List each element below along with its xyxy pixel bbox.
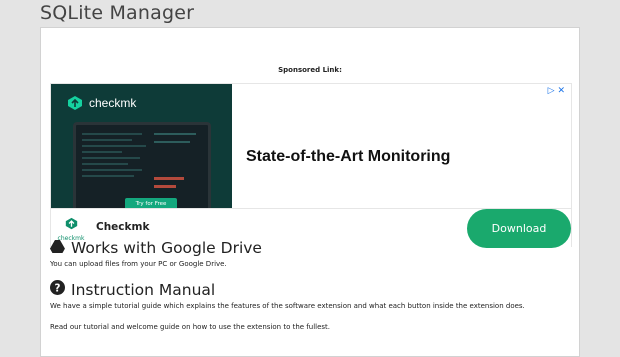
ad-banner[interactable]: checkmk Try for Free ▷ ✕ State-of-the-Ar… <box>50 83 572 249</box>
section-text: Read our tutorial and welcome guide on h… <box>50 323 331 331</box>
section-text: You can upload files from your PC or Goo… <box>50 260 227 268</box>
ad-headline[interactable]: State-of-the-Art Monitoring <box>246 148 450 166</box>
ad-try-button[interactable]: Try for Free <box>125 198 177 208</box>
section-title: Works with Google Drive <box>71 239 262 257</box>
advertiser-logo[interactable]: checkmk <box>57 215 85 242</box>
ad-brand-logo: checkmk <box>67 95 136 111</box>
laptop-illustration <box>73 122 211 208</box>
section-title: Instruction Manual <box>71 280 216 299</box>
checkmk-logo-icon <box>65 217 77 230</box>
section-heading: ? Instruction Manual <box>50 280 570 299</box>
ad-advertiser-name[interactable]: Checkmk <box>96 221 149 233</box>
ad-choices-icon[interactable]: ▷ ✕ <box>548 86 565 96</box>
google-drive-icon <box>50 239 65 257</box>
section-instruction-manual: ? Instruction Manual We have a simple tu… <box>50 280 570 331</box>
section-text: We have a simple tutorial guide which ex… <box>50 302 525 310</box>
question-circle-icon: ? <box>50 280 65 299</box>
ad-image[interactable]: checkmk Try for Free <box>51 84 232 208</box>
main-panel: Sponsored Link: checkmk Try for Free ▷ ✕… <box>40 27 580 357</box>
section-heading: Works with Google Drive <box>50 239 570 257</box>
checkmk-logo-icon <box>68 96 82 110</box>
ad-brand-logo-text: checkmk <box>89 96 137 110</box>
sponsored-label: Sponsored Link: <box>278 66 342 74</box>
svg-text:?: ? <box>55 282 61 294</box>
app-title: SQLite Manager <box>40 2 195 24</box>
section-google-drive: Works with Google Drive You can upload f… <box>50 239 570 268</box>
